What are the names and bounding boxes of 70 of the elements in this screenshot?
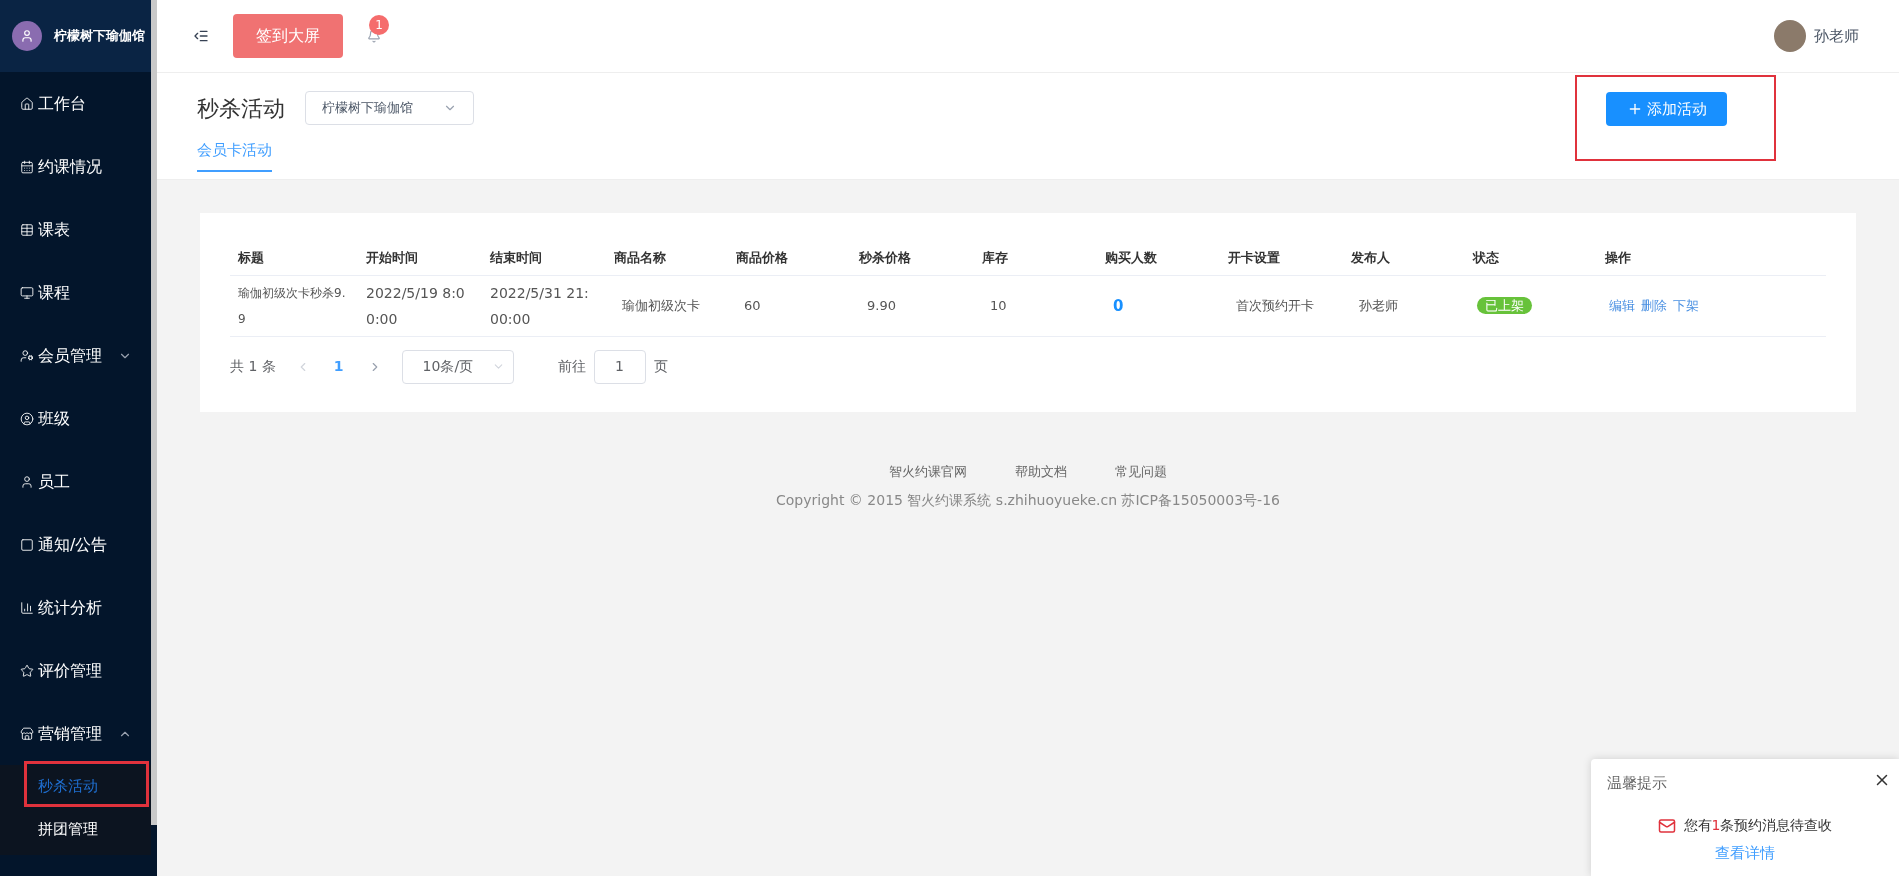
table-cell-text: 2022/5/19 8:00:00 — [365, 284, 466, 329]
column-header: 标题 — [237, 248, 265, 267]
menu-item[interactable]: 工作台 — [0, 72, 151, 135]
goto-page-field[interactable]: 1 — [593, 349, 646, 384]
action-link[interactable]: 编辑 — [1609, 296, 1635, 316]
submenu-item[interactable]: 拼团管理 — [0, 808, 151, 851]
column-header: 状态 — [1471, 248, 1500, 267]
menu-item[interactable]: 约课情况 — [0, 135, 151, 198]
column-header: 开始时间 — [365, 248, 419, 267]
table-cell-text: 2022/5/31 21:00:00 — [489, 284, 590, 329]
menu-item[interactable]: 通知/公告 — [0, 513, 151, 576]
bar-chart-icon — [20, 600, 34, 615]
store-select[interactable]: 柠檬树下瑜伽馆 — [305, 91, 474, 125]
goto-label: 前往 — [557, 357, 586, 376]
column-header: 秒杀价格 — [858, 248, 912, 267]
page-size-select[interactable]: 10条/页 — [401, 349, 514, 384]
footer-link[interactable]: 智火约课官网 — [889, 462, 967, 482]
table-cell-text: 9.90 — [866, 297, 897, 315]
column-header: 商品价格 — [735, 248, 789, 267]
page-title: 秒杀活动 — [197, 94, 285, 123]
menu-item[interactable]: 会员管理 — [0, 324, 151, 387]
user-icon — [20, 348, 34, 363]
menu-toggle-icon[interactable] — [193, 28, 209, 44]
page-unit-label: 页 — [653, 357, 668, 376]
monitor-icon — [20, 285, 34, 300]
grid-icon — [20, 222, 34, 237]
mail-icon — [1657, 816, 1676, 835]
notice-title: 温馨提示 — [1607, 774, 1667, 792]
column-header: 购买人数 — [1104, 248, 1158, 267]
menu-item[interactable]: 班级 — [0, 387, 151, 450]
column-header: 发布人 — [1350, 248, 1391, 267]
bell-icon[interactable] — [367, 29, 381, 43]
menu-item[interactable]: 评价管理 — [0, 639, 151, 702]
user-icon — [20, 474, 34, 489]
action-link[interactable]: 删除 — [1641, 296, 1667, 316]
menu-item[interactable]: 课表 — [0, 198, 151, 261]
table-cell-text: 10 — [989, 297, 1008, 315]
user-name[interactable]: 孙老师 — [1814, 24, 1859, 48]
menu-item[interactable]: 员工 — [0, 450, 151, 513]
column-header: 开卡设置 — [1227, 248, 1281, 267]
footer-link[interactable]: 帮助文档 — [1015, 462, 1067, 482]
logo-icon — [12, 21, 42, 51]
notice-message: 您有1条预约消息待查收 — [1683, 816, 1833, 835]
brand-name: 柠檬树下瑜伽馆 — [54, 27, 145, 46]
column-header: 结束时间 — [489, 248, 543, 267]
total-count: 共 1 条 — [230, 357, 276, 376]
column-header: 商品名称 — [613, 248, 667, 267]
copyright-text: Copyright © 2015 智火约课系统 s.zhihuoyueke.cn 苏ICP备15050003号-16 — [776, 490, 1280, 510]
action-link[interactable]: 下架 — [1673, 296, 1699, 316]
table-cell-text: 60 — [743, 297, 762, 315]
home-icon — [20, 96, 34, 111]
notification-badge: 1 — [369, 15, 389, 35]
square-icon — [20, 537, 34, 552]
table-cell-text: 瑜伽初级次卡 — [621, 297, 701, 315]
store-icon — [20, 726, 34, 741]
column-header: 库存 — [981, 248, 1009, 267]
footer-link[interactable]: 常见问题 — [1115, 462, 1167, 482]
menu-item[interactable]: 统计分析 — [0, 576, 151, 639]
table-cell-text: 首次预约开卡 — [1235, 297, 1315, 316]
submenu-item[interactable]: 秒杀活动 — [0, 765, 151, 808]
user-circle-icon — [20, 411, 34, 426]
menu-item[interactable]: 营销管理 — [0, 702, 151, 765]
star-icon — [20, 663, 34, 678]
table-cell-text: 孙老师 — [1358, 297, 1399, 316]
column-header: 操作 — [1604, 248, 1632, 267]
menu-item[interactable]: 课程 — [0, 261, 151, 324]
calendar-icon — [20, 159, 34, 174]
table-cell-text: 瑜伽初级次卡秒杀9.9 — [237, 285, 347, 328]
avatar[interactable] — [1774, 20, 1806, 52]
status-badge: 已上架 — [1477, 297, 1532, 315]
